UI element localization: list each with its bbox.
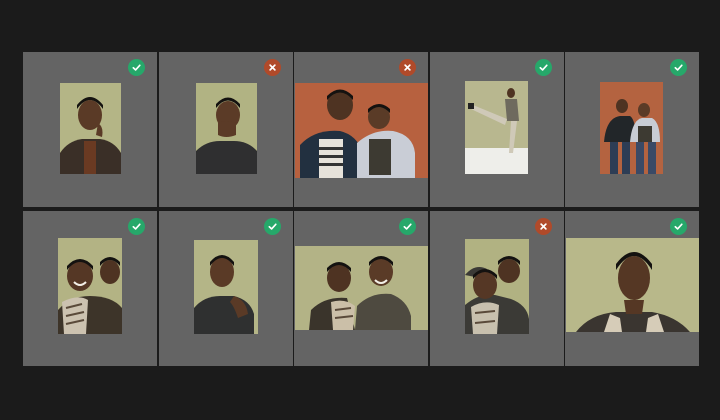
photo-thumbnail: [600, 82, 664, 174]
approved-badge[interactable]: [128, 59, 145, 76]
photo-thumbnail: [464, 239, 529, 334]
photo-tile[interactable]: [158, 211, 293, 366]
rejected-badge[interactable]: [399, 59, 417, 76]
check-icon: [539, 64, 548, 71]
photo-tile[interactable]: [294, 211, 429, 366]
photo-thumbnail: [195, 83, 257, 174]
photo-tile[interactable]: [23, 211, 157, 366]
approved-badge[interactable]: [670, 59, 688, 76]
approved-badge[interactable]: [128, 218, 145, 235]
photo-tile[interactable]: [429, 52, 564, 207]
photo-thumbnail: [464, 81, 528, 174]
approved-badge[interactable]: [670, 218, 688, 235]
check-icon: [674, 223, 683, 230]
close-icon: [404, 64, 411, 71]
photo-thumbnail: [58, 238, 122, 334]
photo-tile[interactable]: [565, 52, 700, 207]
photo-tile[interactable]: [158, 52, 293, 207]
approved-badge[interactable]: [399, 218, 417, 235]
check-icon: [403, 223, 412, 230]
close-icon: [540, 223, 547, 230]
check-icon: [674, 64, 683, 71]
photo-grid: [23, 52, 700, 366]
photo-tile[interactable]: [565, 211, 700, 366]
check-icon: [268, 223, 277, 230]
photo-thumbnail: [295, 246, 429, 330]
photo-thumbnail: [60, 83, 121, 174]
approved-badge[interactable]: [263, 218, 281, 235]
check-icon: [132, 223, 141, 230]
approved-badge[interactable]: [534, 59, 552, 76]
rejected-badge[interactable]: [263, 59, 281, 76]
photo-tile[interactable]: [294, 52, 429, 207]
photo-thumbnail: [566, 238, 700, 332]
close-icon: [268, 64, 276, 71]
photo-tile[interactable]: [23, 52, 157, 207]
check-icon: [132, 64, 141, 71]
photo-tile[interactable]: [429, 211, 564, 366]
rejected-badge[interactable]: [534, 218, 552, 235]
photo-thumbnail: [193, 240, 258, 334]
photo-thumbnail: [295, 83, 429, 178]
